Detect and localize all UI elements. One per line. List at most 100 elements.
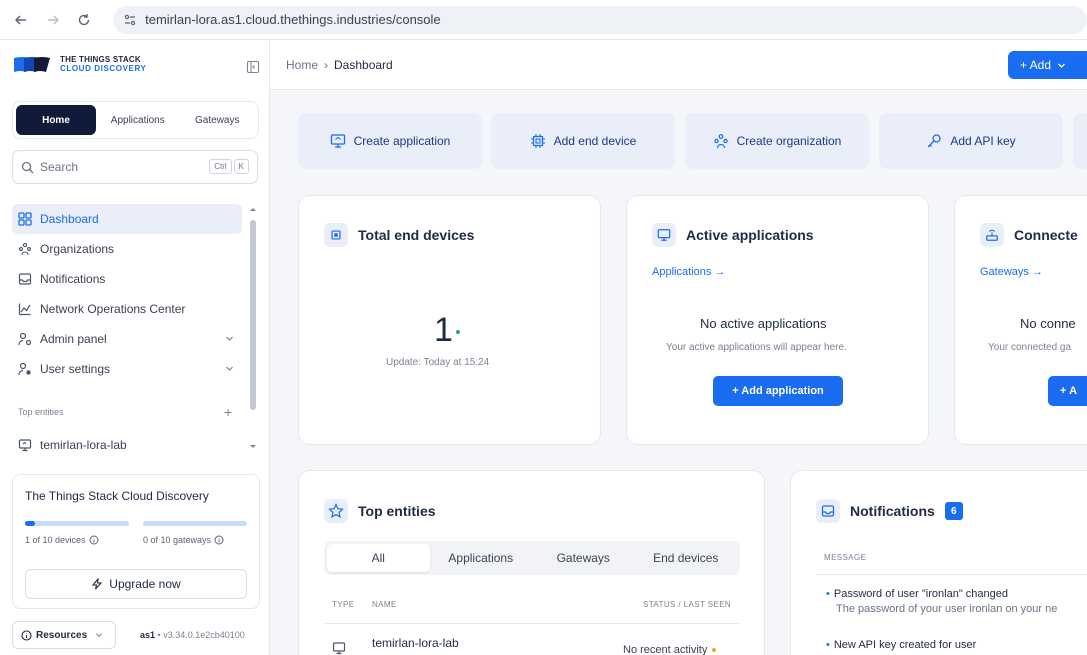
add-application-button[interactable]: + Add application <box>713 376 843 406</box>
notification-item[interactable]: • Password of user "ironlan" changed The … <box>826 588 1057 615</box>
breadcrumb-home[interactable]: Home <box>286 58 318 72</box>
gateways-link[interactable]: Gateways → <box>980 266 1043 278</box>
chip-icon <box>324 223 348 247</box>
upgrade-now-button[interactable]: Upgrade now <box>25 569 247 599</box>
online-indicator-dot <box>456 330 460 334</box>
sidebar-item-label: Dashboard <box>40 212 99 226</box>
notifications-count-badge: 6 <box>944 502 963 520</box>
sidebar-item-label: Organizations <box>40 242 115 256</box>
card-title: Notifications <box>850 503 935 519</box>
add-api-key-button[interactable]: Add API key <box>879 113 1063 169</box>
quick-action-overflow[interactable] <box>1073 113 1087 169</box>
collapse-sidebar-icon[interactable] <box>246 60 260 74</box>
plan-card: The Things Stack Cloud Discovery 1 of 10… <box>12 474 260 609</box>
table-header-divider <box>324 623 740 624</box>
active-applications-header: Active applications <box>652 223 814 247</box>
sidebar: THE THINGS STACK CLOUD DISCOVERY Home Ap… <box>0 40 270 655</box>
card-title: Connecte <box>1014 227 1078 243</box>
info-icon <box>21 629 32 641</box>
topbar: Home › Dashboard + Add <box>270 40 1087 90</box>
logo[interactable]: THE THINGS STACK CLOUD DISCOVERY <box>12 54 147 74</box>
plan-title: The Things Stack Cloud Discovery <box>25 489 209 503</box>
info-icon[interactable] <box>89 535 99 545</box>
forward-icon[interactable] <box>44 11 62 29</box>
add-end-device-button[interactable]: Add end device <box>491 113 675 169</box>
logo-line-1: THE THINGS STACK <box>60 55 141 64</box>
sidebar-item-label: Admin panel <box>40 332 107 346</box>
add-top-entity-icon[interactable]: + <box>224 404 232 420</box>
sidebar-item-admin-panel[interactable]: Admin panel <box>12 324 242 354</box>
tab-all[interactable]: All <box>327 544 430 572</box>
reload-icon[interactable] <box>75 11 93 29</box>
devices-usage-text: 1 of 10 devices <box>25 535 86 545</box>
empty-state-description: Your active applications will appear her… <box>666 342 847 353</box>
entity-status-text: No recent activity <box>623 644 708 655</box>
mode-gateways[interactable]: Gateways <box>180 105 256 135</box>
tab-end-devices[interactable]: End devices <box>635 544 738 572</box>
search-icon <box>21 161 34 174</box>
notifications-header: Notifications 6 <box>816 499 963 523</box>
entity-status: No recent activity <box>623 644 717 655</box>
chevron-down-icon <box>95 631 103 639</box>
total-end-devices-count: 1 <box>434 311 453 349</box>
applications-link[interactable]: Applications → <box>652 266 725 278</box>
gateway-icon <box>980 223 1004 247</box>
site-settings-icon[interactable] <box>123 13 137 27</box>
devices-usage-fill <box>25 521 36 526</box>
notification-item[interactable]: • New API key created for user <box>826 639 976 651</box>
add-button[interactable]: + Add <box>1008 51 1087 79</box>
mode-applications[interactable]: Applications <box>100 105 176 135</box>
application-icon <box>330 133 346 149</box>
scroll-up-arrow-icon[interactable] <box>249 206 257 212</box>
inbox-icon <box>18 272 32 286</box>
tab-applications[interactable]: Applications <box>430 544 533 572</box>
notifications-divider <box>816 574 1087 575</box>
search-placeholder: Search <box>40 160 79 174</box>
version-info: as1 • v3.34.0.1e2cb40100 <box>140 630 245 640</box>
chevron-down-icon <box>225 364 234 373</box>
sidebar-item-dashboard[interactable]: Dashboard <box>12 204 242 234</box>
sidebar-item-notifications[interactable]: Notifications <box>12 264 242 294</box>
cluster-name: as1 <box>140 630 156 640</box>
search-input[interactable]: Search Ctrl K <box>12 150 258 184</box>
status-dot <box>712 648 717 652</box>
column-header-status: STATUS / LAST SEEN <box>643 600 732 609</box>
sidebar-scrollbar-thumb[interactable] <box>250 220 256 410</box>
url-text: temirlan-lora.as1.cloud.thethings.indust… <box>145 12 441 27</box>
sidebar-top-entity-item[interactable]: temirlan-lora-lab <box>18 438 127 452</box>
bullet-icon: • <box>826 639 830 651</box>
column-header-name: NAME <box>372 600 397 609</box>
gateways-usage-caption: 0 of 10 gateways <box>143 535 224 545</box>
sidebar-nav: Dashboard Organizations Notifications Ne… <box>12 204 242 384</box>
column-header-type: TYPE <box>332 600 355 609</box>
connected-gateways-header: Connecte <box>980 223 1078 247</box>
back-icon[interactable] <box>12 11 30 29</box>
card-title: Active applications <box>686 227 814 243</box>
address-bar[interactable]: temirlan-lora.as1.cloud.thethings.indust… <box>113 5 1087 34</box>
sidebar-item-organizations[interactable]: Organizations <box>12 234 242 264</box>
add-gateway-button[interactable]: + A <box>1048 376 1087 406</box>
mode-home[interactable]: Home <box>16 105 96 135</box>
sidebar-footer: Resources as1 • v3.34.0.1e2cb40100 <box>12 620 260 650</box>
create-application-button[interactable]: Create application <box>298 113 482 169</box>
quick-action-label: Add API key <box>950 134 1016 148</box>
admin-icon <box>18 332 32 346</box>
notifications-card <box>790 470 1087 655</box>
tab-gateways[interactable]: Gateways <box>532 544 635 572</box>
sidebar-item-user-settings[interactable]: User settings <box>12 354 242 384</box>
create-organization-button[interactable]: Create organization <box>685 113 869 169</box>
chevron-down-icon <box>225 334 234 343</box>
top-entities-header: Top entities <box>324 499 436 523</box>
upgrade-label: Upgrade now <box>109 577 181 591</box>
info-icon[interactable] <box>214 535 224 545</box>
inbox-icon <box>816 499 840 523</box>
scroll-down-arrow-icon[interactable] <box>249 444 257 450</box>
resources-dropdown[interactable]: Resources <box>12 621 116 649</box>
key-icon <box>926 133 942 149</box>
card-title: Top entities <box>358 503 436 519</box>
entity-name[interactable]: temirlan-lora-lab <box>372 636 459 650</box>
add-label: + Add <box>1020 58 1052 72</box>
sidebar-item-network-operations-center[interactable]: Network Operations Center <box>12 294 242 324</box>
sidebar-item-label: Notifications <box>40 272 106 286</box>
chevron-down-icon <box>1057 61 1066 70</box>
